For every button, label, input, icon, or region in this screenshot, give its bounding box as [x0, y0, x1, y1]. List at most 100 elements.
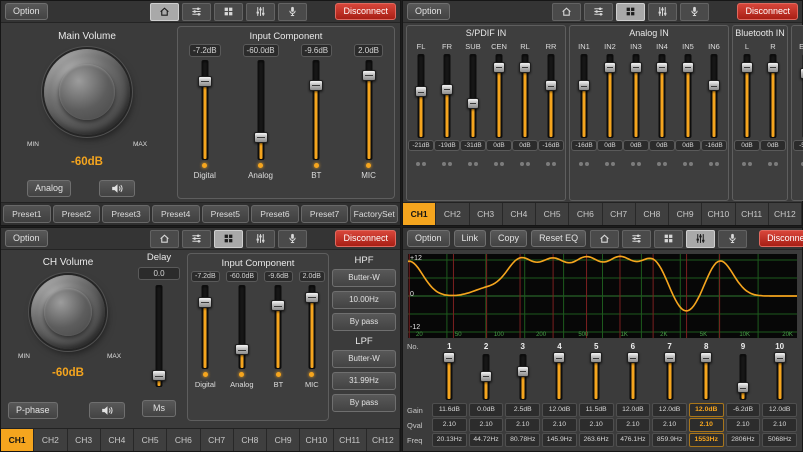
option-button[interactable]: Option	[5, 3, 48, 20]
option-button[interactable]: Option	[407, 3, 450, 20]
band-5-qval[interactable]: 2.10	[579, 418, 614, 432]
band-1-gain-slider[interactable]	[442, 354, 456, 400]
band-2-freq[interactable]: 44.72Hz	[469, 433, 504, 447]
tab-ch11[interactable]: CH11	[736, 203, 769, 225]
digital-gain-slider[interactable]	[197, 285, 213, 369]
eq-curve-graph[interactable]: +12 0 -12 20501002005001K2K5K10K20K	[407, 253, 798, 339]
tab-ch7[interactable]: CH7	[603, 203, 636, 225]
analog-gain-slider[interactable]	[253, 60, 269, 160]
digital-gain-slider[interactable]	[197, 60, 213, 160]
in3-level-slider[interactable]	[629, 54, 643, 138]
hpf-type-button[interactable]: Butter-W	[332, 269, 396, 287]
nav-faders-button[interactable]	[246, 230, 275, 248]
link-button[interactable]: Link	[454, 230, 487, 247]
hpf-bypass-button[interactable]: By pass	[332, 313, 396, 331]
sub-level-slider[interactable]	[466, 54, 480, 138]
nav-faders-button[interactable]	[648, 3, 677, 21]
tab-ch4[interactable]: CH4	[101, 429, 134, 451]
in6-level-slider[interactable]	[707, 54, 721, 138]
preset-1-button[interactable]: Preset1	[3, 205, 51, 223]
preset-3-button[interactable]: Preset3	[102, 205, 150, 223]
bt-gain-slider[interactable]	[270, 285, 286, 369]
mic-gain-slider[interactable]	[361, 60, 377, 160]
preset-7-button[interactable]: Preset7	[301, 205, 349, 223]
band-10-gain-slider[interactable]	[773, 354, 787, 400]
tab-ch2[interactable]: CH2	[436, 203, 469, 225]
band-2-gain[interactable]: 0.0dB	[469, 403, 504, 417]
preset-2-button[interactable]: Preset2	[53, 205, 101, 223]
band-3-qval[interactable]: 2.10	[505, 418, 540, 432]
nav-mic-button[interactable]	[718, 230, 747, 248]
band-3-gain[interactable]: 2.5dB	[505, 403, 540, 417]
band-3-freq[interactable]: 80.78Hz	[505, 433, 540, 447]
band-10-freq[interactable]: 5068Hz	[762, 433, 797, 447]
band-5-gain[interactable]: 11.5dB	[579, 403, 614, 417]
option-button[interactable]: Option	[407, 230, 450, 247]
cen-level-slider[interactable]	[492, 54, 506, 138]
mute-button[interactable]	[89, 402, 125, 419]
factory-set-button[interactable]: FactorySet	[350, 205, 398, 223]
nav-home-button[interactable]	[150, 230, 179, 248]
band-5-gain-slider[interactable]	[589, 354, 603, 400]
disconnect-button[interactable]: Disconnect	[737, 3, 798, 20]
band-10-gain[interactable]: 12.0dB	[762, 403, 797, 417]
nav-channels-button[interactable]	[616, 3, 645, 21]
band-5-freq[interactable]: 263.6Hz	[579, 433, 614, 447]
band-6-qval[interactable]: 2.10	[616, 418, 651, 432]
tab-ch6[interactable]: CH6	[167, 429, 200, 451]
band-4-freq[interactable]: 145.9Hz	[542, 433, 577, 447]
in2-level-slider[interactable]	[603, 54, 617, 138]
band-4-number[interactable]: 4	[541, 342, 578, 351]
band-4-gain[interactable]: 12.0dB	[542, 403, 577, 417]
nav-mixer-button[interactable]	[584, 3, 613, 21]
analog-gain-slider[interactable]	[234, 285, 250, 369]
tab-ch2[interactable]: CH2	[34, 429, 67, 451]
tab-ch6[interactable]: CH6	[569, 203, 602, 225]
tab-ch1[interactable]: CH1	[403, 203, 436, 225]
band-4-gain-slider[interactable]	[552, 354, 566, 400]
band-6-gain-slider[interactable]	[626, 354, 640, 400]
rl-level-slider[interactable]	[518, 54, 532, 138]
band-4-qval[interactable]: 2.10	[542, 418, 577, 432]
main-volume-knob[interactable]	[44, 49, 130, 135]
band-9-qval[interactable]: 2.10	[726, 418, 761, 432]
band-1-gain[interactable]: 11.6dB	[432, 403, 467, 417]
reset-eq-button[interactable]: Reset EQ	[531, 230, 586, 247]
fr-level-slider[interactable]	[440, 54, 454, 138]
bt-gain-slider[interactable]	[308, 60, 324, 160]
in1-level-slider[interactable]	[577, 54, 591, 138]
band-8-qval[interactable]: 2.10	[689, 418, 724, 432]
copy-button[interactable]: Copy	[490, 230, 527, 247]
nav-faders-button[interactable]	[246, 3, 275, 21]
tab-ch3[interactable]: CH3	[470, 203, 503, 225]
disconnect-button[interactable]: Disconnect	[759, 230, 803, 247]
tab-ch12[interactable]: CH12	[769, 203, 802, 225]
tab-ch7[interactable]: CH7	[201, 429, 234, 451]
fl-level-slider[interactable]	[414, 54, 428, 138]
band-7-gain[interactable]: 12.0dB	[652, 403, 687, 417]
bt-r-level-slider[interactable]	[766, 54, 780, 138]
lpf-freq-button[interactable]: 31.99Hz	[332, 372, 396, 390]
lpf-type-button[interactable]: Butter-W	[332, 350, 396, 368]
band-1-qval[interactable]: 2.10	[432, 418, 467, 432]
preset-5-button[interactable]: Preset5	[202, 205, 250, 223]
band-2-qval[interactable]: 2.10	[469, 418, 504, 432]
tab-ch8[interactable]: CH8	[234, 429, 267, 451]
option-button[interactable]: Option	[5, 230, 48, 247]
analog-source-button[interactable]: Analog	[27, 180, 71, 197]
tab-ch4[interactable]: CH4	[503, 203, 536, 225]
nav-mic-button[interactable]	[278, 230, 307, 248]
mute-button[interactable]	[99, 180, 135, 197]
band-9-freq[interactable]: 2806Hz	[726, 433, 761, 447]
band-10-number[interactable]: 10	[761, 342, 798, 351]
preset-4-button[interactable]: Preset4	[152, 205, 200, 223]
mic-gain-slider[interactable]	[304, 285, 320, 369]
nav-mixer-button[interactable]	[182, 3, 211, 21]
band-7-qval[interactable]: 2.10	[652, 418, 687, 432]
nav-channels-button[interactable]	[654, 230, 683, 248]
band-6-freq[interactable]: 476.1Hz	[616, 433, 651, 447]
in4-level-slider[interactable]	[655, 54, 669, 138]
band-10-qval[interactable]: 2.10	[762, 418, 797, 432]
tab-ch10[interactable]: CH10	[300, 429, 333, 451]
nav-faders-button[interactable]	[686, 230, 715, 248]
